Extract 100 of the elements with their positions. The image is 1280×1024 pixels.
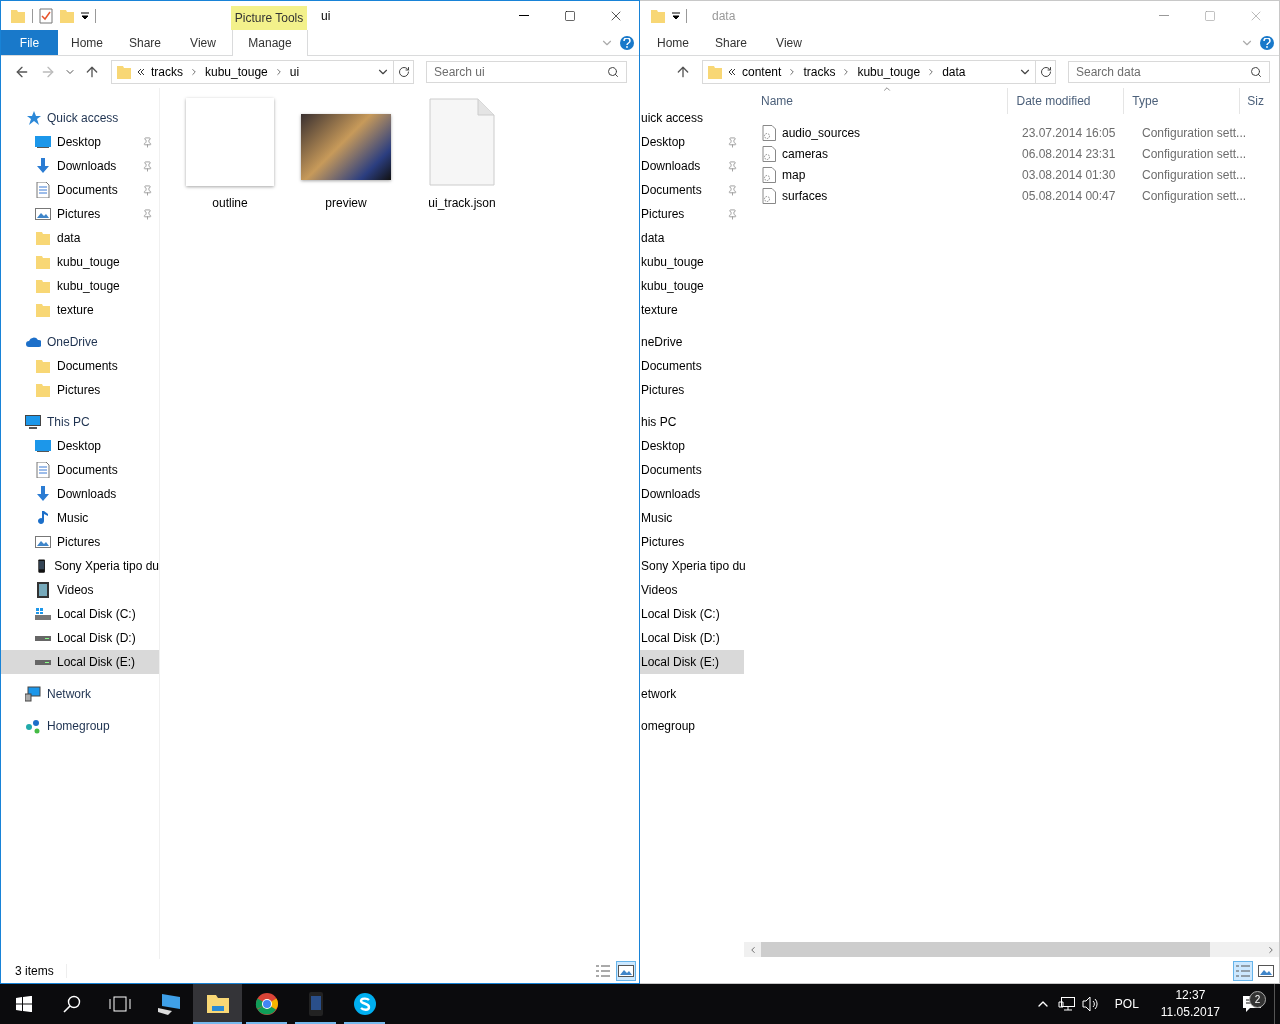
nav-item[interactable]: Desktop	[640, 434, 744, 458]
breadcrumb-item[interactable]: data	[941, 65, 967, 79]
nav-item[interactable]: data	[1, 226, 159, 250]
nav-item[interactable]: Videos	[1, 578, 159, 602]
nav-item[interactable]: Network	[1, 682, 159, 706]
nav-item[interactable]: Sony Xperia tipo du	[640, 554, 744, 578]
file-row[interactable]: audio_sources 23.07.2014 16:05 Configuration sett...	[744, 122, 1279, 143]
checklist-icon[interactable]	[39, 7, 53, 24]
breadcrumb-item[interactable]: content	[741, 65, 783, 79]
help-icon[interactable]	[1260, 35, 1274, 50]
nav-item[interactable]: data	[640, 226, 744, 250]
nav-item[interactable]: Local Disk (D:)	[640, 626, 744, 650]
dropdown-icon[interactable]	[81, 11, 89, 20]
clock[interactable]: 12:37 11.05.2017	[1150, 987, 1230, 1021]
nav-item[interactable]: Pictures	[1, 202, 159, 226]
nav-item[interactable]: his PC	[640, 410, 744, 434]
horizontal-scrollbar[interactable]	[744, 942, 1279, 957]
nav-item[interactable]: kubu_touge	[1, 274, 159, 298]
nav-label: kubu_touge	[57, 279, 121, 293]
nav-item[interactable]: Quick access	[1, 106, 159, 130]
nav-label: etwork	[641, 687, 678, 701]
breadcrumb-item[interactable]: kubu_touge	[856, 65, 922, 79]
nav-item[interactable]: Local Disk (D:)	[1, 626, 159, 650]
nav-item[interactable]: Pictures	[1, 530, 159, 554]
nav-item[interactable]: Music	[640, 506, 744, 530]
nav-item[interactable]: Documents	[1, 354, 159, 378]
nav-item[interactable]: Desktop	[640, 130, 744, 154]
nav-item[interactable]: omegroup	[640, 714, 744, 738]
computer-icon	[25, 414, 41, 430]
address-bar[interactable]: tracks kubu_touge ui	[111, 60, 414, 84]
file-row[interactable]: map 03.08.2014 01:30 Configuration sett...	[744, 164, 1279, 185]
taskbar-app-button[interactable]	[193, 984, 242, 1024]
date-modified: 03.08.2014 01:30	[1022, 167, 1117, 182]
nav-item[interactable]: OneDrive	[1, 330, 159, 354]
file-row[interactable]: surfaces 05.08.2014 00:47 Configuration sett...	[744, 185, 1279, 206]
nav-item[interactable]: Local Disk (E:)	[1, 650, 159, 674]
dropdown-icon[interactable]	[672, 11, 680, 20]
nav-item[interactable]: kubu_touge	[1, 250, 159, 274]
file-tile[interactable]: preview	[288, 94, 404, 210]
nav-item[interactable]: Downloads	[1, 154, 159, 178]
nav-item[interactable]: Documents	[640, 458, 744, 482]
ribbon-tab[interactable]: File	[1, 30, 58, 55]
input-language[interactable]: POL	[1102, 997, 1151, 1011]
breadcrumb-item[interactable]: tracks	[802, 65, 837, 79]
network-icon[interactable]	[1057, 996, 1076, 1012]
speaker-icon[interactable]	[1081, 996, 1100, 1012]
nav-item[interactable]: Downloads	[1, 482, 159, 506]
breadcrumb-item[interactable]: ui	[288, 65, 301, 79]
large-icons-view-button[interactable]	[616, 961, 636, 981]
star-icon	[25, 110, 41, 126]
nav-item[interactable]: uick access	[640, 106, 744, 130]
picture-icon	[35, 534, 51, 550]
nav-item[interactable]: Downloads	[640, 482, 744, 506]
help-icon[interactable]	[620, 35, 634, 50]
breadcrumb-item[interactable]: tracks	[150, 65, 184, 79]
file-type: Configuration sett...	[1142, 167, 1248, 182]
address-bar[interactable]: content tracks kubu_touge data	[702, 60, 1056, 84]
nav-item[interactable]: texture	[1, 298, 159, 322]
nav-item[interactable]: Videos	[640, 578, 744, 602]
nav-item[interactable]: Desktop	[1, 434, 159, 458]
file-tile[interactable]: outline	[172, 94, 288, 210]
nav-item[interactable]: etwork	[640, 682, 744, 706]
column-header[interactable]: Type	[1124, 88, 1241, 114]
search-field[interactable]: Search ui	[426, 61, 627, 83]
nav-item[interactable]: Documents	[640, 354, 744, 378]
column-header[interactable]: Name	[756, 88, 1009, 114]
nav-item[interactable]: Pictures	[1, 378, 159, 402]
file-tile[interactable]: ui_track.json	[404, 94, 520, 210]
nav-label: Local Disk (C:)	[641, 607, 721, 621]
nav-item[interactable]: kubu_touge	[640, 274, 744, 298]
nav-item[interactable]: Desktop	[1, 130, 159, 154]
folder-icon	[205, 994, 230, 1014]
nav-item[interactable]: kubu_touge	[640, 250, 744, 274]
nav-item[interactable]: Homegroup	[1, 714, 159, 738]
nav-item[interactable]: Documents	[1, 458, 159, 482]
nav-label: Documents	[641, 463, 703, 477]
nav-item[interactable]: neDrive	[640, 330, 744, 354]
nav-item[interactable]: Sony Xperia tipo du	[1, 554, 159, 578]
nav-label: kubu_touge	[641, 279, 705, 293]
nav-item[interactable]: Documents	[640, 178, 744, 202]
column-header[interactable]: Siz	[1240, 88, 1279, 114]
nav-item[interactable]: Music	[1, 506, 159, 530]
nav-item[interactable]: Local Disk (E:)	[640, 650, 744, 674]
nav-item[interactable]: Pictures	[640, 530, 744, 554]
column-header[interactable]: Date modified	[1008, 88, 1125, 114]
nav-item[interactable]: Documents	[1, 178, 159, 202]
breadcrumb-item[interactable]: kubu_touge	[204, 65, 269, 79]
search-field[interactable]: Search data	[1068, 61, 1270, 83]
nav-item[interactable]: texture	[640, 298, 744, 322]
refresh-icon	[397, 66, 410, 78]
nav-item[interactable]: Pictures	[640, 202, 744, 226]
nav-item[interactable]: This PC	[1, 410, 159, 434]
nav-item[interactable]: Downloads	[640, 154, 744, 178]
ribbon-tab[interactable]: Manage	[232, 30, 308, 56]
monitor-icon	[35, 438, 51, 454]
nav-item[interactable]: Pictures	[640, 378, 744, 402]
file-row[interactable]: cameras 06.08.2014 23:31 Configuration sett...	[744, 143, 1279, 164]
nav-item[interactable]: Local Disk (C:)	[1, 602, 159, 626]
nav-label: Quick access	[47, 111, 120, 125]
nav-item[interactable]: Local Disk (C:)	[640, 602, 744, 626]
